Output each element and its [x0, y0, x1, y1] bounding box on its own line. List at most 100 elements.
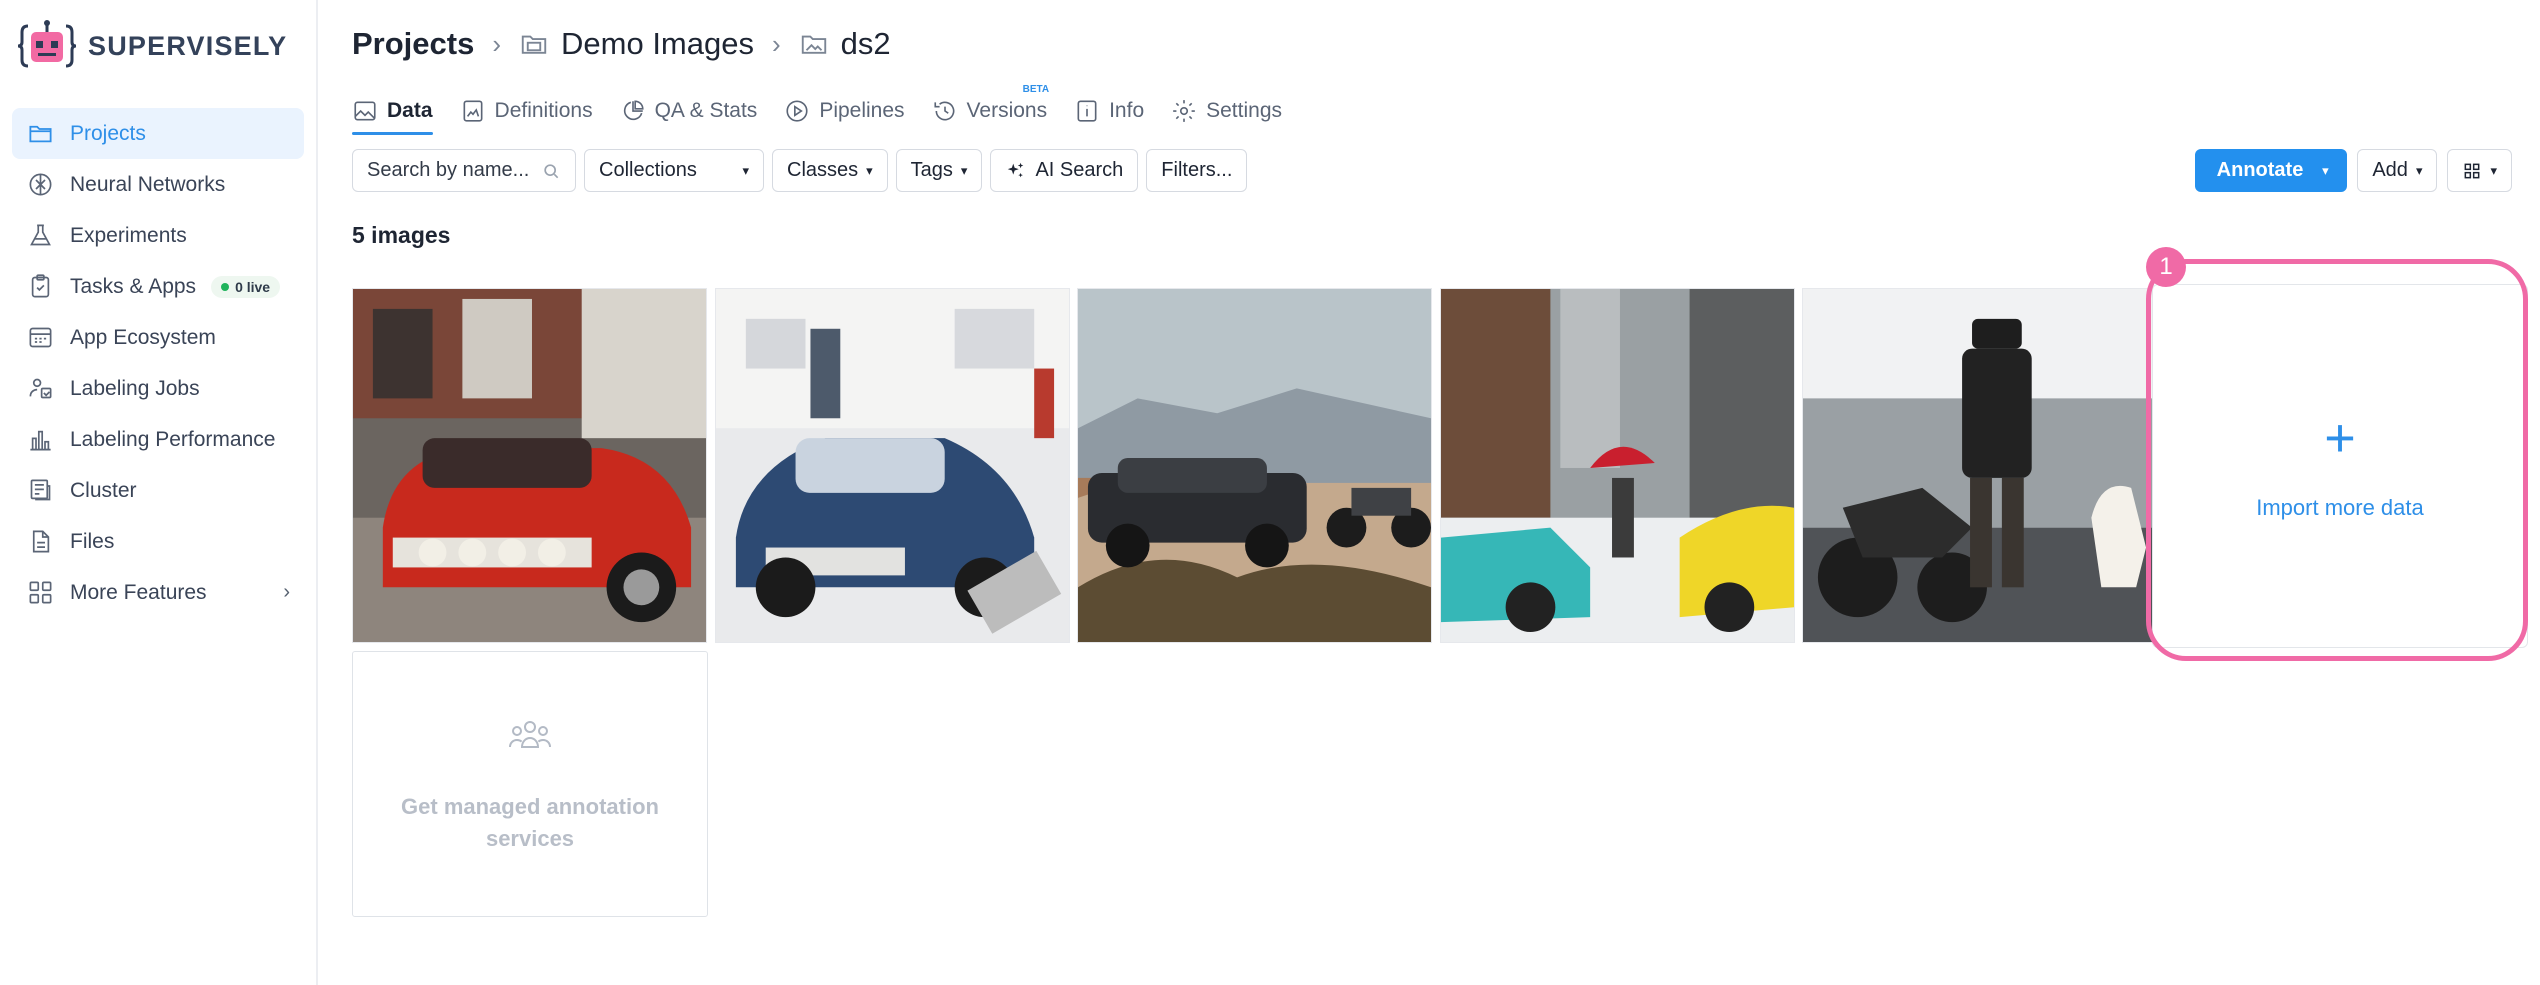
logo[interactable]: SUPERVISELY [17, 18, 288, 74]
tab-data[interactable]: Data [352, 90, 433, 135]
tab-settings[interactable]: Settings [1171, 90, 1282, 132]
collections-label: Collections [599, 159, 697, 181]
classes-filter-button[interactable]: Classes ▾ [772, 149, 888, 192]
tab-label: Info [1109, 99, 1145, 122]
snowy-street-image [1441, 289, 1794, 642]
chevron-down-icon: ▾ [960, 162, 968, 178]
search-input[interactable] [367, 159, 537, 182]
sidebar-item-label: Experiments [70, 223, 187, 247]
tab-label: Pipelines [819, 99, 905, 122]
sidebar-item-tasks-apps[interactable]: Tasks & Apps 0 live [12, 261, 304, 312]
chevron-down-icon[interactable]: ▾ [2303, 163, 2347, 179]
tags-label: Tags [910, 159, 953, 181]
ai-search-label: AI Search [1035, 159, 1124, 181]
sidebar-item-label: More Features [70, 580, 207, 604]
chevron-down-icon: ▾ [2415, 162, 2423, 178]
chevron-down-icon: ▾ [2490, 162, 2497, 178]
tags-filter-button[interactable]: Tags ▾ [895, 149, 983, 192]
sidebar-item-labeling-jobs[interactable]: Labeling Jobs [12, 363, 304, 414]
sidebar-item-label: Projects [70, 121, 146, 145]
image-thumbnail[interactable] [352, 288, 707, 643]
tab-label: Data [387, 99, 433, 122]
breadcrumb-dataset[interactable]: ds2 [799, 26, 891, 62]
tab-label: QA & Stats [654, 99, 758, 122]
server-icon [27, 477, 54, 504]
tab-qa-stats[interactable]: QA & Stats [620, 90, 758, 132]
info-icon [1077, 100, 1097, 122]
live-badge: 0 live [211, 275, 281, 298]
ai-search-button[interactable]: AI Search [990, 149, 1139, 192]
breadcrumb: Projects › Demo Images › ds2 [352, 26, 891, 62]
annotate-label: Annotate [2216, 159, 2304, 181]
tab-info[interactable]: Info [1074, 90, 1144, 132]
sidebar-item-label: Tasks & Apps [70, 274, 197, 298]
chevron-right-icon: › [771, 28, 781, 59]
app-root: SUPERVISELY Projects Neural Networks Exp… [0, 0, 2540, 985]
play-icon [786, 100, 808, 122]
plus-icon: + [2324, 408, 2356, 468]
import-more-data-card[interactable]: + Import more data [2152, 284, 2528, 648]
image-thumbnail[interactable] [715, 288, 1070, 643]
clipboard-icon [27, 273, 54, 300]
add-button[interactable]: Add ▾ [2357, 149, 2438, 192]
definitions-icon [463, 100, 483, 122]
brand-name: SUPERVISELY [88, 30, 288, 61]
sidebar-item-cluster[interactable]: Cluster [12, 465, 304, 516]
collections-select[interactable]: Collections ▾ [584, 149, 764, 192]
sidebar-item-labeling-performance[interactable]: Labeling Performance [12, 414, 304, 465]
managed-annotation-card[interactable]: Get managed annotation services [352, 651, 708, 917]
sparkles-icon [1008, 162, 1024, 177]
annotate-button[interactable]: Annotate ▾ [2194, 149, 2348, 192]
sidebar-item-projects[interactable]: Projects [12, 108, 304, 159]
filters-label: Filters... [1161, 159, 1233, 181]
robot-logo-icon [17, 18, 77, 74]
red-car-image [353, 289, 706, 642]
search-icon [544, 163, 559, 178]
dataset-folder-icon [801, 35, 826, 54]
sidebar-item-more-features[interactable]: More Features › [12, 567, 304, 618]
sidebar-item-label: Neural Networks [70, 172, 226, 196]
breadcrumb-dataset-label: ds2 [840, 26, 891, 61]
brain-icon [27, 171, 54, 198]
pie-chart-icon [623, 100, 644, 121]
flask-icon [27, 222, 54, 249]
man-dog-motorcycle-image [1803, 289, 2156, 642]
sidebar-item-label: Labeling Performance [70, 427, 276, 451]
step-badge: 1 [2146, 247, 2186, 287]
project-folder-icon [521, 35, 547, 54]
tab-label: Settings [1206, 99, 1283, 122]
grid-view-icon [2465, 163, 2480, 178]
tab-versions[interactable]: Versions BETA [932, 84, 1049, 132]
sidebar-item-experiments[interactable]: Experiments [12, 210, 304, 261]
sidebar: SUPERVISELY Projects Neural Networks Exp… [0, 0, 318, 985]
sidebar-item-label: Files [70, 529, 115, 553]
view-mode-button[interactable]: ▾ [2447, 149, 2512, 192]
image-thumbnail[interactable] [1077, 288, 1432, 643]
chevron-down-icon: ▾ [866, 162, 873, 178]
search-box[interactable] [352, 149, 576, 192]
tab-definitions[interactable]: Definitions [460, 90, 593, 132]
team-icon [509, 721, 551, 748]
bar-chart-icon [27, 426, 54, 453]
dataset-tabs: Data Definitions QA & Stats Pipelines Ve… [352, 84, 1282, 135]
image-icon [354, 101, 376, 121]
action-toolbar: Annotate ▾ Add ▾ ▾ [2194, 149, 2512, 192]
sidebar-item-neural-networks[interactable]: Neural Networks [12, 159, 304, 210]
history-icon [933, 101, 954, 121]
sidebar-nav: Projects Neural Networks Experiments Tas… [12, 108, 304, 618]
sidebar-item-app-ecosystem[interactable]: App Ecosystem [12, 312, 304, 363]
breadcrumb-projects[interactable]: Projects [352, 26, 474, 62]
live-badge-text: 0 live [235, 278, 271, 295]
image-thumbnail[interactable] [1802, 288, 2157, 643]
breadcrumb-project-label: Demo Images [561, 26, 754, 61]
chevron-down-icon: ▾ [742, 162, 749, 178]
grid-icon [27, 579, 54, 606]
filter-toolbar: Collections ▾ Classes ▾ Tags ▾ AI Search… [352, 149, 1248, 192]
sidebar-item-files[interactable]: Files [12, 516, 304, 567]
breadcrumb-project[interactable]: Demo Images [519, 26, 754, 62]
image-thumbnail[interactable] [1440, 288, 1795, 643]
apps-icon [27, 324, 54, 351]
tab-pipelines[interactable]: Pipelines [784, 90, 905, 132]
filters-button[interactable]: Filters... [1146, 149, 1248, 192]
tab-label: Definitions [494, 99, 593, 122]
